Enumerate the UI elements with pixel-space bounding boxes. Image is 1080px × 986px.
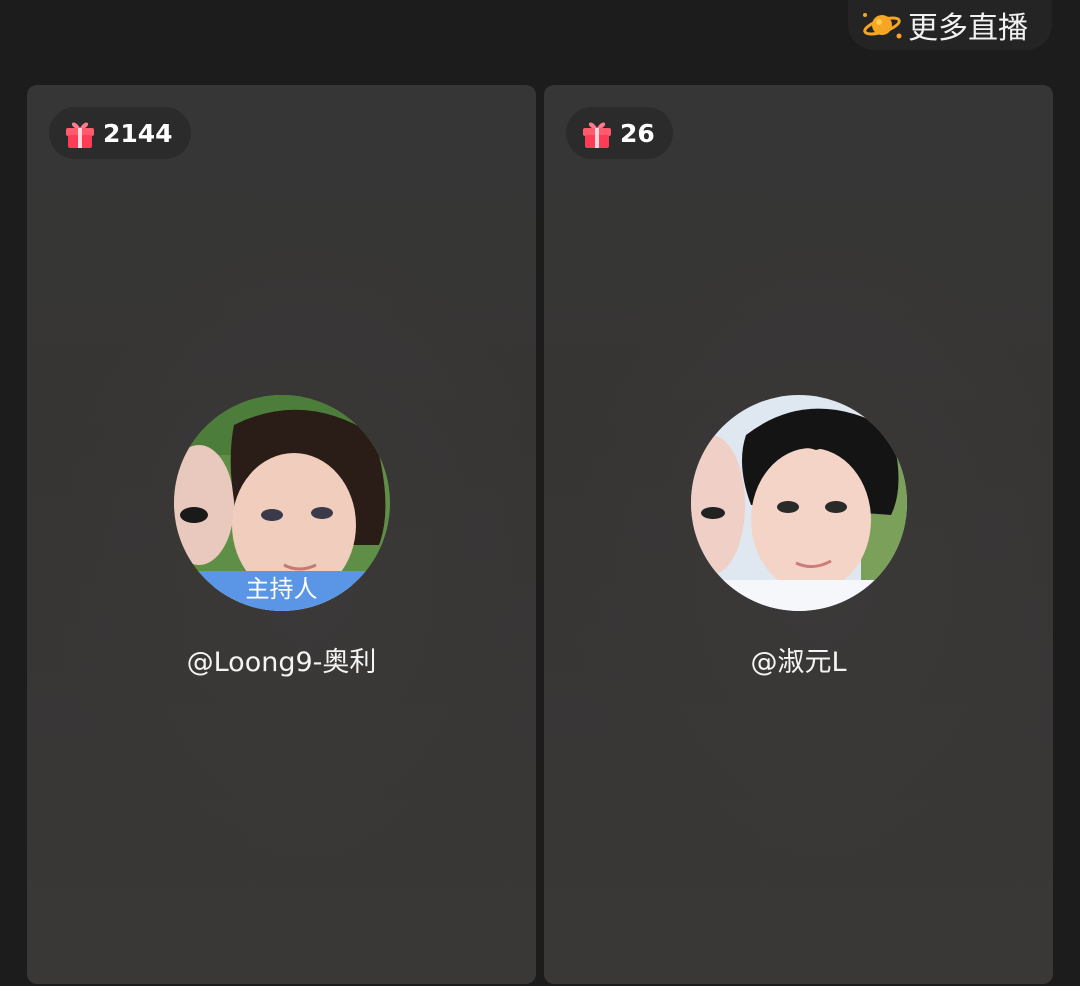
avatar-image [690,395,907,611]
gift-count: 26 [620,118,655,148]
more-live-label: 更多直播 [908,11,1028,46]
avatar[interactable]: 主持人 [173,395,390,611]
live-multi-room-view: 更多直播 2144 主持人 @Loong9-奥利 26 @淑元L [0,0,1080,986]
host-tag: 主持人 [173,571,390,611]
planet-icon [860,7,904,43]
gift-count-badge[interactable]: 2144 [49,107,191,159]
gift-count: 2144 [103,118,173,148]
avatar[interactable] [690,395,907,611]
username[interactable]: @Loong9-奥利 [27,640,536,679]
live-room-panel-guest[interactable]: 26 @淑元L [544,85,1053,984]
gift-icon [580,116,614,150]
live-room-panel-host[interactable]: 2144 主持人 @Loong9-奥利 [27,85,536,984]
gift-icon [63,116,97,150]
gift-count-badge[interactable]: 26 [566,107,673,159]
more-live-button[interactable]: 更多直播 [848,0,1052,50]
username[interactable]: @淑元L [544,640,1053,679]
